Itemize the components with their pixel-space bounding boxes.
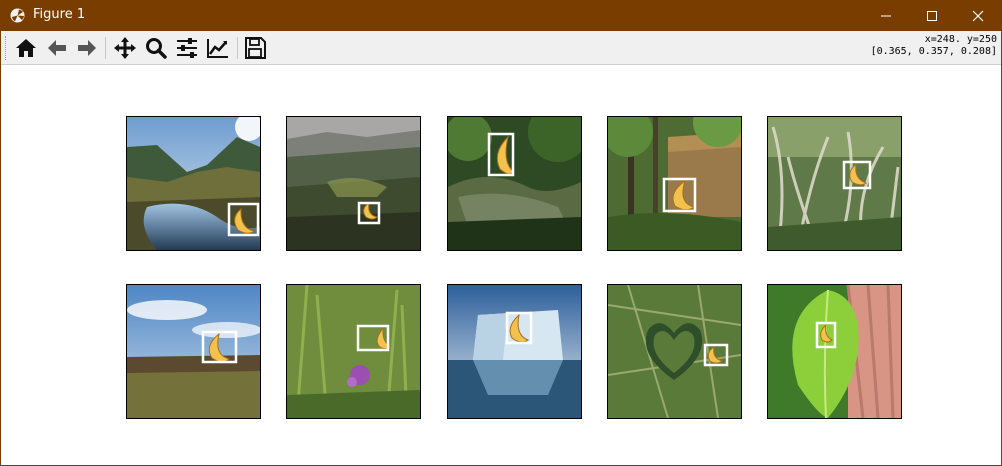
floppy-disk-icon [245,37,266,59]
cursor-coordinates: x=248. y=250 [924,34,997,45]
pixel-value: [0.365, 0.357, 0.208] [870,46,997,57]
close-icon [972,10,984,21]
title-bar[interactable]: Figure 1 [1,0,1001,31]
cursor-readout: x=248. y=250 [0.365, 0.357, 0.208] [871,34,997,58]
maximize-icon [927,10,937,21]
arrow-left-icon [48,40,66,56]
image-panel-pampas-grass [767,116,902,251]
matplotlib-logo-icon [10,8,25,23]
toolbar-separator [105,37,106,59]
toolbar-separator [237,37,238,59]
navigation-toolbar [1,31,1001,65]
image-panel-leaf-bark [767,284,902,419]
figure-canvas[interactable] [1,65,1001,465]
image-panel-mossy-creek [447,116,582,251]
image-panel-mountain-valley [126,116,261,251]
window-title: Figure 1 [33,7,86,22]
pan-button[interactable] [111,35,139,61]
minimize-icon [881,15,891,16]
figure-window: Figure 1 x=248. y=250 [0.365, 0.357, 0.2… [1,0,1001,465]
home-icon [16,39,36,57]
minimize-button[interactable] [863,0,909,31]
edit-axes-button[interactable] [204,35,232,61]
arrow-right-icon [78,40,96,56]
image-panel-iceberg [447,284,582,419]
save-button[interactable] [241,35,269,61]
image-panel-meadow-sky [126,284,261,419]
home-button[interactable] [12,35,40,61]
forward-button[interactable] [73,35,101,61]
image-panel-hazy-forest [286,116,421,251]
toolbar-grip[interactable] [5,36,8,60]
image-panel-forest-cliff [607,116,742,251]
image-panel-wildflower-meadow [286,284,421,419]
image-panel-heart-forest [607,284,742,419]
configure-subplots-button[interactable] [173,35,201,61]
line-chart-icon [207,39,228,58]
magnifier-icon [146,38,167,59]
zoom-button[interactable] [142,35,170,61]
maximize-button[interactable] [909,0,955,31]
close-button[interactable] [955,0,1001,31]
sliders-icon [177,38,197,58]
move-icon [114,37,136,59]
back-button[interactable] [43,35,71,61]
